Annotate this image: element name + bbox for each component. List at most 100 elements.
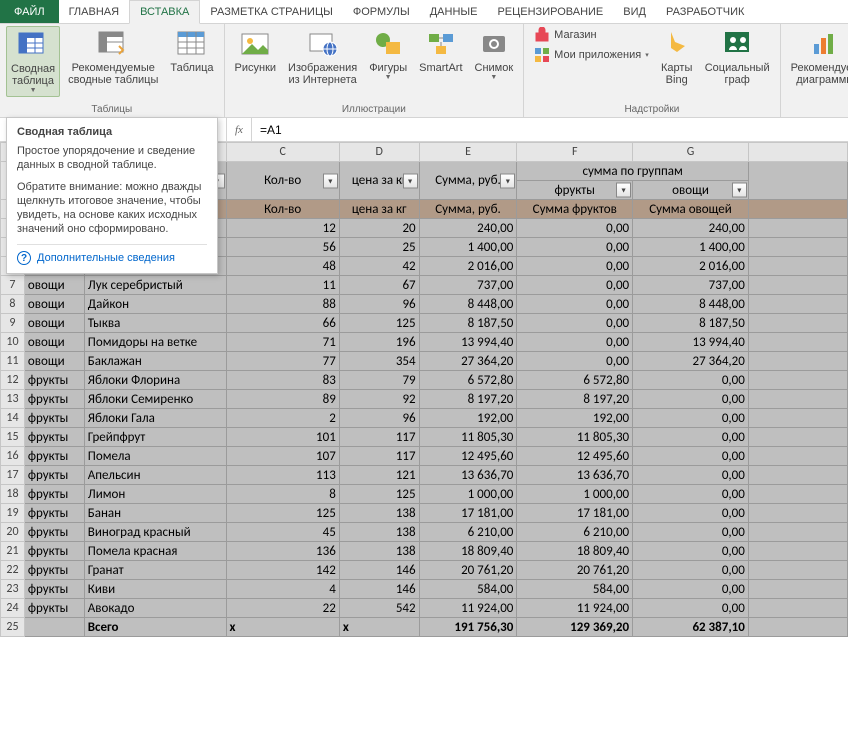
cell[interactable]: 584,00 bbox=[419, 580, 517, 599]
cell[interactable]: 117 bbox=[339, 428, 419, 447]
shapes-button[interactable]: Фигуры ▼ bbox=[365, 26, 411, 83]
cell[interactable]: Сумма, руб. bbox=[419, 200, 517, 219]
cell[interactable]: фрукты bbox=[24, 447, 84, 466]
cell[interactable]: 11 805,30 bbox=[419, 428, 517, 447]
cell[interactable]: 67 bbox=[339, 276, 419, 295]
cell[interactable]: x bbox=[226, 618, 339, 637]
filter-icon[interactable]: ▼ bbox=[403, 173, 418, 188]
bing-maps-button[interactable]: Карты Bing bbox=[657, 26, 697, 88]
cell[interactable]: Сумма овощей bbox=[633, 200, 749, 219]
cell[interactable]: 0,00 bbox=[633, 447, 749, 466]
cell[interactable]: 92 bbox=[339, 390, 419, 409]
cell[interactable]: Авокадо bbox=[84, 599, 226, 618]
row-hdr[interactable]: 9 bbox=[1, 314, 25, 333]
cell[interactable]: Помела красная bbox=[84, 542, 226, 561]
cell[interactable]: 11 924,00 bbox=[419, 599, 517, 618]
cell[interactable]: 79 bbox=[339, 371, 419, 390]
cell[interactable]: 13 636,70 bbox=[419, 466, 517, 485]
cell[interactable]: 0,00 bbox=[517, 333, 633, 352]
cell[interactable]: 542 bbox=[339, 599, 419, 618]
cell[interactable]: овощи bbox=[24, 295, 84, 314]
cell[interactable]: 12 495,60 bbox=[517, 447, 633, 466]
cell[interactable]: 0,00 bbox=[633, 485, 749, 504]
row-hdr[interactable]: 25 bbox=[1, 618, 25, 637]
tab-developer[interactable]: РАЗРАБОТЧИК bbox=[656, 0, 754, 23]
tab-file[interactable]: ФАЙЛ bbox=[0, 0, 59, 23]
tab-pagelayout[interactable]: РАЗМЕТКА СТРАНИЦЫ bbox=[200, 0, 342, 23]
cell[interactable]: 113 bbox=[226, 466, 339, 485]
cell[interactable]: фрукты bbox=[24, 390, 84, 409]
cell[interactable]: 48 bbox=[226, 257, 339, 276]
cell[interactable]: 142 bbox=[226, 561, 339, 580]
cell[interactable]: Яблоки Семиренко bbox=[84, 390, 226, 409]
cell[interactable]: 0,00 bbox=[633, 599, 749, 618]
cell[interactable]: 88 bbox=[226, 295, 339, 314]
col-f[interactable]: F bbox=[517, 143, 633, 162]
cell[interactable]: 737,00 bbox=[419, 276, 517, 295]
cell[interactable]: 0,00 bbox=[633, 542, 749, 561]
cell[interactable]: 0,00 bbox=[517, 219, 633, 238]
cell[interactable]: 18 809,40 bbox=[419, 542, 517, 561]
cell[interactable]: фрукты bbox=[24, 542, 84, 561]
cell[interactable]: Помела bbox=[84, 447, 226, 466]
cell[interactable]: фрукты bbox=[24, 485, 84, 504]
cell[interactable]: 191 756,30 bbox=[419, 618, 517, 637]
cell[interactable]: 2 016,00 bbox=[633, 257, 749, 276]
row-hdr[interactable]: 11 bbox=[1, 352, 25, 371]
table-row[interactable]: 10овощиПомидоры на ветке7119613 994,400,… bbox=[1, 333, 848, 352]
cell[interactable]: 8 187,50 bbox=[633, 314, 749, 333]
table-row[interactable]: 17фруктыАпельсин11312113 636,7013 636,70… bbox=[1, 466, 848, 485]
social-graph-button[interactable]: Социальный граф bbox=[701, 26, 774, 88]
cell[interactable]: 8 187,50 bbox=[419, 314, 517, 333]
cell[interactable]: 121 bbox=[339, 466, 419, 485]
table-button[interactable]: Таблица bbox=[166, 26, 217, 76]
cell[interactable]: 0,00 bbox=[517, 257, 633, 276]
row-hdr[interactable]: 14 bbox=[1, 409, 25, 428]
table-row[interactable]: 19фруктыБанан12513817 181,0017 181,000,0… bbox=[1, 504, 848, 523]
cell[interactable]: 13 994,40 bbox=[419, 333, 517, 352]
table-row[interactable]: 23фруктыКиви4146584,00584,000,00 bbox=[1, 580, 848, 599]
store-button[interactable]: Магазин bbox=[530, 26, 653, 44]
cell[interactable]: Банан bbox=[84, 504, 226, 523]
row-hdr[interactable]: 24 bbox=[1, 599, 25, 618]
cell[interactable]: 240,00 bbox=[419, 219, 517, 238]
cell[interactable]: 0,00 bbox=[517, 238, 633, 257]
cell[interactable]: 192,00 bbox=[419, 409, 517, 428]
cell[interactable]: 42 bbox=[339, 257, 419, 276]
hdr-veg[interactable]: овощи▼ bbox=[633, 181, 749, 200]
row-hdr[interactable]: 8 bbox=[1, 295, 25, 314]
cell[interactable]: Тыква bbox=[84, 314, 226, 333]
cell[interactable]: фрукты bbox=[24, 580, 84, 599]
col-d[interactable]: D bbox=[339, 143, 419, 162]
myapps-button[interactable]: Мои приложения ▾ bbox=[530, 46, 653, 64]
cell[interactable]: 71 bbox=[226, 333, 339, 352]
cell[interactable]: 27 364,20 bbox=[419, 352, 517, 371]
cell[interactable]: 2 bbox=[226, 409, 339, 428]
col-g[interactable]: G bbox=[633, 143, 749, 162]
table-row[interactable]: 16фруктыПомела10711712 495,6012 495,600,… bbox=[1, 447, 848, 466]
total-row[interactable]: 25 Всего x x 191 756,30 129 369,20 62 38… bbox=[1, 618, 848, 637]
cell[interactable]: 89 bbox=[226, 390, 339, 409]
cell[interactable]: Яблоки Флорина bbox=[84, 371, 226, 390]
table-row[interactable]: 9овощиТыква661258 187,500,008 187,50 bbox=[1, 314, 848, 333]
cell[interactable]: 83 bbox=[226, 371, 339, 390]
cell[interactable]: 6 572,80 bbox=[419, 371, 517, 390]
cell[interactable]: фрукты bbox=[24, 523, 84, 542]
cell[interactable]: 125 bbox=[226, 504, 339, 523]
cell[interactable]: фрукты bbox=[24, 409, 84, 428]
hdr-fruits[interactable]: фрукты▼ bbox=[517, 181, 633, 200]
table-row[interactable]: 12фруктыЯблоки Флорина83796 572,806 572,… bbox=[1, 371, 848, 390]
row-hdr[interactable]: 20 bbox=[1, 523, 25, 542]
table-row[interactable]: 14фруктыЯблоки Гала296192,00192,000,00 bbox=[1, 409, 848, 428]
formula-value[interactable]: =A1 bbox=[252, 123, 290, 137]
cell[interactable]: 17 181,00 bbox=[517, 504, 633, 523]
smartart-button[interactable]: SmartArt bbox=[415, 26, 466, 76]
cell[interactable]: Грейпфрут bbox=[84, 428, 226, 447]
cell[interactable]: овощи bbox=[24, 352, 84, 371]
cell[interactable]: 136 bbox=[226, 542, 339, 561]
cell[interactable]: 12 bbox=[226, 219, 339, 238]
cell[interactable]: 96 bbox=[339, 295, 419, 314]
tab-insert[interactable]: ВСТАВКА bbox=[129, 0, 200, 24]
cell[interactable]: 0,00 bbox=[633, 504, 749, 523]
cell[interactable]: 146 bbox=[339, 561, 419, 580]
